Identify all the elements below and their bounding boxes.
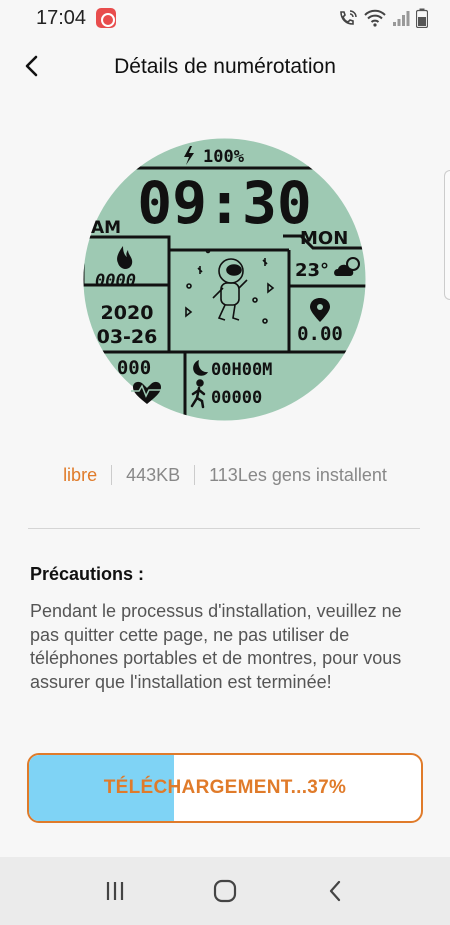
wifi-icon: [364, 9, 386, 27]
install-count: 113Les gens installent: [209, 464, 387, 485]
recents-icon: [106, 882, 124, 900]
home-button[interactable]: [205, 871, 245, 911]
nav-back-button[interactable]: [315, 871, 355, 911]
status-bar: 17:04: [0, 0, 450, 36]
battery-level: 100%: [203, 147, 245, 167]
app-header: Détails de numérotation: [0, 36, 450, 98]
battery-icon: [416, 8, 428, 28]
app-notification-icon: [96, 8, 117, 28]
chevron-left-icon: [25, 55, 38, 77]
file-size: 443KB: [126, 464, 181, 485]
download-progress-button[interactable]: TÉLÉCHARGEMENT...37%: [27, 753, 423, 823]
watch-sleep: 00H00M: [211, 360, 272, 380]
wifi-calling-icon: [340, 10, 357, 25]
precautions-title: Précautions :: [30, 564, 145, 584]
watch-distance: 0.00: [297, 323, 343, 345]
watch-temperature: 23°: [295, 260, 329, 281]
signal-icon: [393, 11, 410, 26]
watch-steps: 00000: [211, 388, 262, 408]
watch-face-graphic: 100% 09:30 AM MON 0000 23° 2020 03-26 0.…: [83, 138, 366, 421]
edge-panel-handle[interactable]: [444, 170, 450, 300]
status-time: 17:04: [36, 6, 87, 29]
watch-time: 09:30: [137, 169, 312, 237]
home-icon: [213, 879, 237, 903]
watch-heart-rate: 000: [117, 357, 151, 379]
watch-date: 03-26: [97, 326, 158, 348]
watch-year: 2020: [101, 302, 154, 324]
system-nav-bar: [0, 857, 450, 925]
watch-ampm: AM: [91, 218, 121, 238]
precautions-text: Pendant le processus d'installation, veu…: [30, 601, 402, 692]
download-progress-label: TÉLÉCHARGEMENT...37%: [103, 777, 347, 798]
status-icons: [338, 8, 428, 28]
watch-calories: 0000: [95, 271, 136, 291]
watch-face-preview: 100% 09:30 AM MON 0000 23° 2020 03-26 0.…: [83, 138, 366, 421]
price-label: libre: [63, 464, 98, 485]
back-button[interactable]: [16, 50, 48, 82]
watch-face-meta: libre 443KB 113Les gens installent: [0, 460, 450, 490]
watch-day: MON: [300, 228, 348, 249]
back-icon: [329, 880, 341, 902]
section-divider: [28, 528, 420, 529]
recents-button[interactable]: [95, 871, 135, 911]
page-title: Détails de numérotation: [114, 55, 336, 78]
